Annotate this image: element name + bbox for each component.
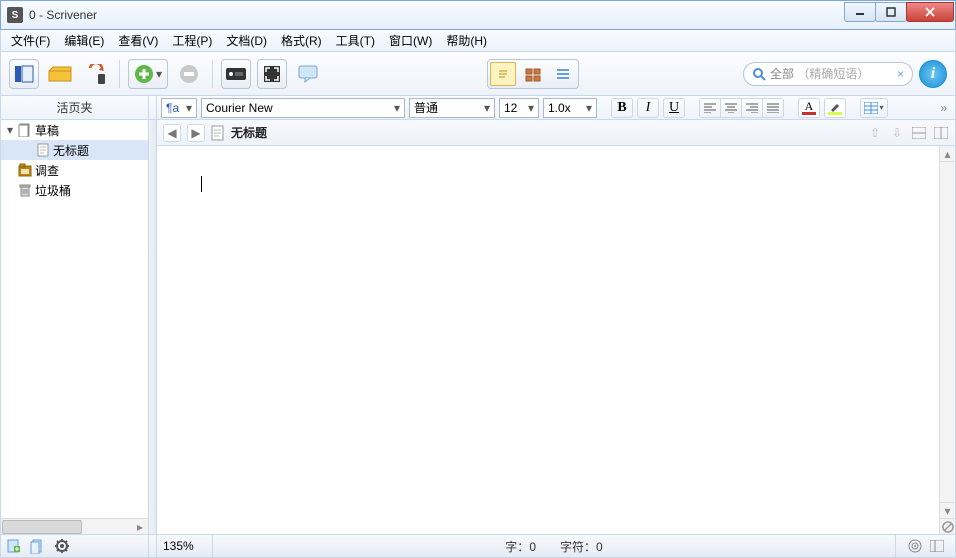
sync-button[interactable] [81,59,111,89]
research-icon [18,163,32,177]
highlight-button[interactable] [824,98,846,118]
align-right-button[interactable] [741,98,763,118]
size-combo[interactable]: 12▾ [499,98,539,118]
sb-gear-button[interactable] [53,537,71,555]
minimize-button[interactable] [844,2,876,22]
split-h-button[interactable] [911,125,927,141]
collections-button[interactable] [45,59,75,89]
font-combo[interactable]: Courier New▾ [201,98,405,118]
window-titlebar: S 0 - Scrivener [0,0,956,30]
history-up-button[interactable]: ⇧ [867,125,883,141]
view-cork-button[interactable] [520,62,546,86]
view-text-button[interactable] [490,62,516,86]
maximize-button[interactable] [875,2,907,22]
sb-new-doc-button[interactable] [5,537,23,555]
binder-item-trash[interactable]: 垃圾桶 [1,180,148,200]
text-color-button[interactable]: A [798,98,820,118]
align-justify-button[interactable] [762,98,784,118]
char-count: 字符：0 [560,538,603,555]
align-left-button[interactable] [699,98,721,118]
disclosure-icon[interactable]: ▾ [5,123,15,137]
binder-hscrollbar[interactable]: ▸ [1,518,148,534]
trash-icon [18,183,32,197]
menu-document[interactable]: 文档(D) [220,30,273,51]
menubar: 文件(F) 编辑(E) 查看(V) 工程(P) 文档(D) 格式(R) 工具(T… [0,30,956,52]
binder-item-label: 垃圾桶 [35,182,71,199]
statusbar: 135% 字：0 字符：0 [0,534,956,558]
inspector-button[interactable]: i [919,60,947,88]
trash-button[interactable] [174,59,204,89]
format-toolbar: ¶a▾ Courier New▾ 普通▾ 12▾ 1.0x▾ B I U A ▾… [157,96,955,119]
menu-view[interactable]: 查看(V) [112,30,164,51]
menu-project[interactable]: 工程(P) [166,30,218,51]
menu-tools[interactable]: 工具(T) [330,30,381,51]
zoom-level[interactable]: 135% [157,535,213,557]
binder-header: 活页夹 [1,96,149,119]
app-icon: S [7,7,23,23]
split-v-button[interactable] [933,125,949,141]
history-down-button[interactable]: ⇩ [889,125,905,141]
comment-button[interactable] [293,59,323,89]
spacing-combo[interactable]: 1.0x▾ [543,98,597,118]
nav-back-button[interactable]: ◀ [163,124,181,142]
search-clear-icon[interactable]: × [897,67,904,81]
menu-format[interactable]: 格式(R) [275,30,328,51]
menu-window[interactable]: 窗口(W) [383,30,438,51]
document-icon [211,125,225,141]
table-button[interactable]: ▾ [860,98,888,118]
toolbar-overflow-button[interactable]: » [936,101,951,115]
underline-button[interactable]: U [663,98,685,118]
bold-button[interactable]: B [611,98,633,118]
italic-button[interactable]: I [637,98,659,118]
text-icon [36,143,50,157]
align-center-button[interactable] [720,98,742,118]
preset-combo[interactable]: 普通▾ [409,98,495,118]
view-mode-group [487,59,579,89]
keywords-button[interactable] [221,59,251,89]
sb-layout-button[interactable] [928,537,946,555]
binder-item-research[interactable]: 调查 [1,160,148,180]
menu-file[interactable]: 文件(F) [5,30,56,51]
add-button[interactable]: ▾ [128,59,168,89]
search-box[interactable]: 全部 （精确短语） × [743,62,913,86]
main-toolbar: ▾ 全部 （精确短语） × i [0,52,956,96]
search-icon [752,67,766,81]
editor-vscrollbar[interactable]: ▴ ▾ [939,146,955,534]
splitter[interactable] [149,120,157,534]
binder-toggle-button[interactable] [9,59,39,89]
menu-edit[interactable]: 编辑(E) [58,30,110,51]
view-outline-button[interactable] [550,62,576,86]
style-combo[interactable]: ¶a▾ [161,98,197,118]
binder-item-draft[interactable]: ▾ 草稿 [1,120,148,140]
editor-document-title[interactable]: 无标题 [231,124,267,141]
binder-item-text[interactable]: 无标题 [1,140,148,160]
sb-new-folder-button[interactable] [29,537,47,555]
binder-item-label: 调查 [35,162,59,179]
word-count: 字：0 [505,538,536,555]
draft-icon [18,123,32,137]
editor-header: ◀ ▶ 无标题 ⇧ ⇩ [157,120,955,146]
fullscreen-button[interactable] [257,59,287,89]
window-title: 0 - Scrivener [29,8,97,22]
binder-panel: ▾ 草稿无标题调查垃圾桶 ▸ [1,120,149,534]
menu-help[interactable]: 帮助(H) [440,30,493,51]
binder-item-label: 无标题 [53,142,89,159]
binder-item-label: 草稿 [35,122,59,139]
close-button[interactable] [906,2,954,22]
nav-forward-button[interactable]: ▶ [187,124,205,142]
sb-target-button[interactable] [906,537,924,555]
editor-textarea[interactable] [157,146,939,534]
text-cursor [201,176,202,192]
